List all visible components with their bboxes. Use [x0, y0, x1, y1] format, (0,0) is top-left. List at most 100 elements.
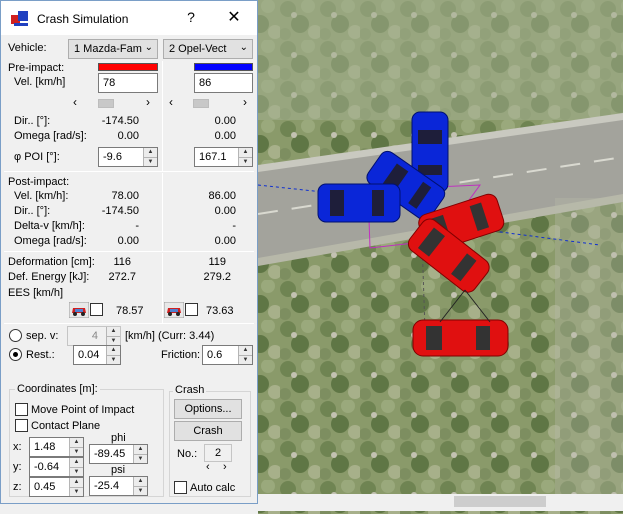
- friction-stepper[interactable]: 0.6 ▲ ▼: [202, 345, 253, 365]
- ees-label: EES [km/h]: [8, 287, 64, 299]
- spin-up-icon[interactable]: ▲: [239, 346, 252, 355]
- restitution-radio[interactable]: [9, 348, 22, 361]
- def-energy-label: Def. Energy [kJ]:: [8, 271, 90, 283]
- restitution-stepper[interactable]: 0.04 ▲ ▼: [73, 345, 121, 365]
- vehicle-label: Vehicle:: [8, 42, 47, 54]
- car-icon[interactable]: [69, 302, 89, 318]
- title-bar[interactable]: Crash Simulation ? ✕: [1, 1, 257, 35]
- vehicle-2-pre-velocity-input[interactable]: 86: [194, 73, 253, 93]
- help-icon[interactable]: ?: [181, 9, 201, 25]
- spin-down-icon[interactable]: ▼: [144, 157, 157, 166]
- spin-down-icon[interactable]: ▼: [107, 355, 120, 364]
- vehicle-1-select[interactable]: 1 Mazda-Fam ⌄: [68, 39, 158, 59]
- spin-down-icon[interactable]: ▼: [239, 157, 252, 166]
- scrollbar-thumb[interactable]: [454, 496, 546, 507]
- sep-v-radio[interactable]: [9, 329, 22, 342]
- pre-vel-label: Vel. [km/h]: [14, 76, 66, 88]
- sep-v-label: sep. v:: [26, 330, 59, 342]
- chevron-left-icon[interactable]: ‹: [206, 461, 210, 473]
- sep-v-stepper[interactable]: 4 ▲ ▼: [67, 326, 121, 346]
- y-value: -0.64: [34, 461, 60, 473]
- spin-down-icon[interactable]: ▼: [239, 355, 252, 364]
- spin-up-icon[interactable]: ▲: [107, 346, 120, 355]
- auto-calc-checkbox[interactable]: [174, 481, 187, 494]
- spin-up-icon[interactable]: ▲: [107, 327, 120, 336]
- vehicle-2-pre-omega: 0.00: [214, 130, 236, 142]
- scroller-thumb[interactable]: [98, 99, 114, 108]
- options-button[interactable]: Options...: [174, 399, 242, 419]
- vehicle-2-post-omega: 0.00: [214, 235, 236, 247]
- vehicle-1-post-omega: 0.00: [117, 235, 139, 247]
- vehicle-2-velocity-scroller[interactable]: ‹ ›: [167, 96, 253, 110]
- phi-poi-label: φ POI [°]:: [14, 151, 60, 163]
- vehicle-2-pre-dir: 0.00: [214, 115, 236, 127]
- scene-horizontal-scrollbar[interactable]: [258, 494, 623, 511]
- spin-down-icon[interactable]: ▼: [134, 454, 147, 463]
- vehicle-1-phi-poi-stepper[interactable]: -9.6 ▲ ▼: [98, 147, 158, 167]
- chevron-right-icon[interactable]: ›: [223, 461, 227, 473]
- psi-label: psi: [111, 464, 126, 476]
- column-divider: [162, 173, 163, 251]
- scroller-thumb[interactable]: [193, 99, 209, 108]
- spin-up-icon[interactable]: ▲: [134, 477, 147, 486]
- y-label: y:: [13, 461, 22, 473]
- vehicle-1-delta-v: -: [135, 220, 139, 232]
- vehicle-2-select[interactable]: 2 Opel-Vect ⌄: [163, 39, 253, 59]
- spin-up-icon[interactable]: ▲: [134, 445, 147, 454]
- auto-calc-label: Auto calc: [190, 482, 236, 494]
- car-icon[interactable]: [164, 302, 184, 318]
- x-label: x:: [13, 441, 22, 453]
- vehicle-1-deformation: 116: [113, 256, 131, 268]
- spin-down-icon[interactable]: ▼: [70, 487, 83, 496]
- crash-title: Crash: [173, 384, 207, 396]
- friction-value: 0.6: [207, 349, 223, 361]
- post-dir-label: Dir.. [°]:: [14, 205, 51, 217]
- spin-down-icon[interactable]: ▼: [134, 486, 147, 495]
- section-divider: [4, 251, 254, 252]
- vehicle-1-velocity-scroller[interactable]: ‹ ›: [71, 96, 156, 110]
- sep-v-unit-current: [km/h] (Curr: 3.44): [125, 330, 215, 342]
- vehicle-2-post-vel: 86.00: [208, 190, 236, 202]
- vehicle-1-name: 1 Mazda-Fam: [74, 43, 142, 55]
- window-title: Crash Simulation: [37, 12, 129, 26]
- chevron-right-icon[interactable]: ›: [243, 96, 247, 108]
- contact-plane-label: Contact Plane: [31, 420, 101, 432]
- psi-stepper[interactable]: -25.4 ▲ ▼: [89, 476, 148, 496]
- vehicle-2-ees-checkbox[interactable]: [185, 303, 198, 316]
- post-omega-label: Omega [rad/s]:: [14, 235, 87, 247]
- vehicle-1-ees: 78.57: [116, 305, 144, 317]
- blue-car-left: [317, 183, 401, 223]
- contact-plane-checkbox[interactable]: [15, 419, 28, 432]
- post-impact-title: Post-impact:: [8, 176, 70, 188]
- spin-up-icon[interactable]: ▲: [239, 148, 252, 157]
- vehicle-1-ees-checkbox[interactable]: [90, 303, 103, 316]
- y-stepper[interactable]: -0.64 ▲ ▼: [29, 457, 84, 477]
- crash-button[interactable]: Crash: [174, 421, 242, 441]
- section-divider: [4, 323, 254, 324]
- red-car-final: [412, 319, 509, 357]
- spin-up-icon[interactable]: ▲: [70, 438, 83, 447]
- chevron-left-icon[interactable]: ‹: [169, 96, 173, 108]
- vehicle-2-phi-poi-stepper[interactable]: 167.1 ▲ ▼: [194, 147, 253, 167]
- close-icon[interactable]: ✕: [223, 7, 245, 27]
- spin-down-icon[interactable]: ▼: [70, 447, 83, 456]
- z-stepper[interactable]: 0.45 ▲ ▼: [29, 477, 84, 497]
- vehicle-1-pre-dir: -174.50: [101, 115, 139, 127]
- column-divider: [162, 61, 163, 171]
- restitution-label: Rest.:: [26, 349, 55, 361]
- phi-label: phi: [111, 432, 126, 444]
- vehicle-1-pre-velocity-input[interactable]: 78: [98, 73, 158, 93]
- spin-up-icon[interactable]: ▲: [70, 478, 83, 487]
- vehicle-1-color-swatch: [98, 63, 158, 71]
- chevron-left-icon[interactable]: ‹: [73, 96, 77, 108]
- spin-down-icon[interactable]: ▼: [107, 336, 120, 345]
- spin-up-icon[interactable]: ▲: [144, 148, 157, 157]
- phi-stepper[interactable]: -89.45 ▲ ▼: [89, 444, 148, 464]
- spin-down-icon[interactable]: ▼: [70, 467, 83, 476]
- spin-up-icon[interactable]: ▲: [70, 458, 83, 467]
- chevron-right-icon[interactable]: ›: [146, 96, 150, 108]
- move-poi-checkbox[interactable]: [15, 403, 28, 416]
- x-value: 1.48: [34, 441, 56, 453]
- x-stepper[interactable]: 1.48 ▲ ▼: [29, 437, 84, 457]
- vehicle-2-deformation: 119: [208, 256, 226, 268]
